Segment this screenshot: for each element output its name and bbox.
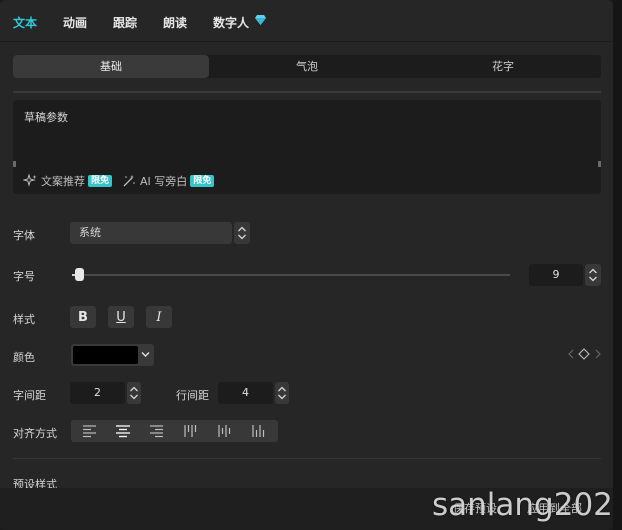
font-size-input[interactable]: 9 bbox=[529, 264, 583, 286]
line-spacing-label: 行间距 bbox=[176, 389, 209, 402]
tab-read-aloud[interactable]: 朗读 bbox=[163, 14, 187, 31]
vertical-top-icon[interactable] bbox=[183, 424, 199, 438]
font-size-stepper[interactable] bbox=[585, 264, 601, 286]
align-left-icon[interactable] bbox=[82, 424, 98, 438]
color-picker[interactable] bbox=[71, 344, 154, 366]
chevron-updown-icon bbox=[238, 226, 246, 240]
sub-tab-basic[interactable]: 基础 bbox=[13, 55, 209, 78]
style-segmented-control: 基础 气泡 花字 bbox=[13, 55, 601, 78]
italic-button[interactable]: I bbox=[146, 306, 172, 328]
copy-suggest-button[interactable]: 文案推荐 限免 bbox=[23, 173, 113, 189]
tab-digital-human[interactable]: 数字人 bbox=[213, 14, 249, 31]
line-spacing-input[interactable]: 4 bbox=[218, 382, 273, 404]
letter-spacing-label: 字间距 bbox=[13, 389, 46, 402]
text-content-input[interactable]: 草稿参数 文案推荐 限免 AI 写旁白 限免 bbox=[13, 100, 601, 194]
underline-button[interactable]: U bbox=[108, 306, 134, 328]
tab-tracking[interactable]: 跟踪 bbox=[113, 14, 137, 31]
bold-button[interactable]: B bbox=[70, 306, 96, 328]
keyframe-icon[interactable] bbox=[568, 348, 602, 360]
tab-animation[interactable]: 动画 bbox=[63, 14, 87, 31]
chevron-updown-icon bbox=[130, 386, 138, 400]
sparkle-icon bbox=[23, 174, 37, 187]
ai-narration-label: AI 写旁白 bbox=[140, 175, 188, 188]
style-label: 样式 bbox=[13, 313, 35, 326]
line-spacing-stepper[interactable] bbox=[275, 382, 289, 404]
font-size-label: 字号 bbox=[13, 270, 35, 283]
alignment-label: 对齐方式 bbox=[13, 427, 57, 440]
italic-icon: I bbox=[156, 309, 162, 325]
divider bbox=[13, 91, 601, 93]
color-swatch-fill bbox=[73, 346, 138, 364]
chevron-updown-icon bbox=[278, 386, 286, 400]
tab-text[interactable]: 文本 bbox=[13, 14, 37, 31]
resize-notch-right bbox=[598, 161, 601, 167]
line-spacing-value: 4 bbox=[242, 386, 249, 399]
alignment-group bbox=[71, 420, 278, 442]
letter-spacing-input[interactable]: 2 bbox=[70, 382, 125, 404]
vertical-middle-icon[interactable] bbox=[217, 424, 233, 438]
free-badge: 限免 bbox=[88, 175, 113, 187]
font-size-slider-track[interactable] bbox=[72, 274, 510, 276]
font-size-slider-handle[interactable] bbox=[75, 268, 84, 281]
scroll-edge bbox=[613, 0, 622, 530]
color-label: 颜色 bbox=[13, 351, 35, 364]
text-properties-panel: 文本 动画 跟踪 朗读 数字人 基础 气泡 花字 草稿参数 文案推荐 限免 AI… bbox=[0, 0, 613, 530]
align-center-icon[interactable] bbox=[115, 424, 131, 438]
resize-notch-left bbox=[13, 161, 16, 167]
text-placeholder: 草稿参数 bbox=[24, 111, 68, 124]
chevron-down-icon bbox=[141, 352, 150, 357]
sub-tab-bubble[interactable]: 气泡 bbox=[209, 55, 405, 78]
underline-icon: U bbox=[116, 309, 126, 325]
copy-suggest-label: 文案推荐 bbox=[41, 175, 85, 188]
watermark: sanlang2021 bbox=[432, 487, 613, 523]
letter-spacing-value: 2 bbox=[94, 386, 101, 399]
letter-spacing-stepper[interactable] bbox=[127, 382, 141, 404]
bold-icon: B bbox=[78, 309, 88, 325]
magic-wand-icon bbox=[123, 175, 135, 187]
chevron-updown-icon bbox=[589, 268, 597, 282]
sub-tab-fancy-text[interactable]: 花字 bbox=[405, 55, 601, 78]
ai-tools-row: 文案推荐 限免 AI 写旁白 限免 bbox=[23, 173, 215, 189]
section-divider bbox=[13, 458, 601, 459]
free-badge: 限免 bbox=[190, 175, 215, 187]
font-select[interactable]: 系统 bbox=[70, 222, 232, 244]
diamond-icon bbox=[255, 15, 266, 25]
font-label: 字体 bbox=[13, 229, 35, 242]
font-stepper[interactable] bbox=[234, 222, 250, 244]
font-size-value: 9 bbox=[552, 268, 560, 281]
align-right-icon[interactable] bbox=[148, 424, 164, 438]
top-tab-bar: 文本 动画 跟踪 朗读 数字人 bbox=[0, 0, 613, 42]
ai-narration-button[interactable]: AI 写旁白 限免 bbox=[122, 173, 215, 189]
font-value: 系统 bbox=[79, 226, 101, 239]
vertical-bottom-icon[interactable] bbox=[251, 424, 267, 438]
